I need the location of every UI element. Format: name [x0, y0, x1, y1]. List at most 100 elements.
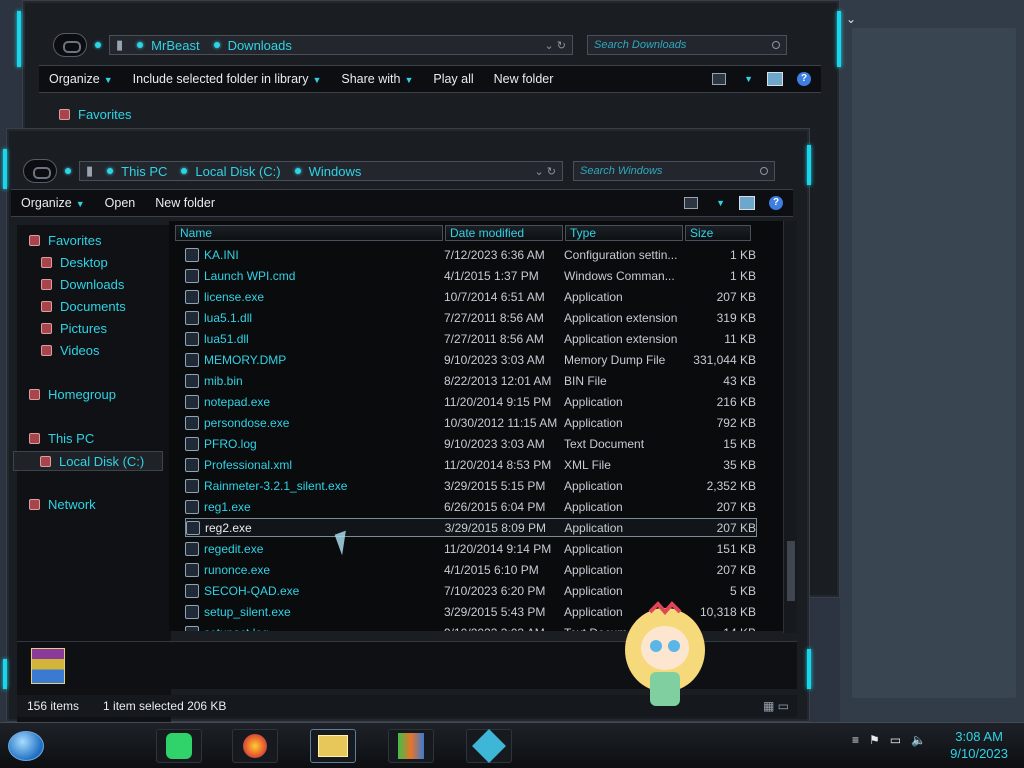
- search-input[interactable]: Search Windows: [573, 161, 775, 181]
- breadcrumb-this-pc[interactable]: This PC: [121, 164, 167, 179]
- file-type: XML File: [564, 457, 611, 472]
- file-name: license.exe: [204, 289, 265, 304]
- chevron-down-icon[interactable]: ▼: [744, 74, 753, 84]
- new-folder-button[interactable]: New folder: [145, 196, 225, 210]
- table-row[interactable]: lua5.1.dll 7/27/2011 8:56 AM Application e…: [185, 308, 757, 327]
- spotify-like-app-icon[interactable]: [156, 729, 202, 763]
- start-button[interactable]: [8, 731, 44, 761]
- preview-pane-icon[interactable]: [767, 72, 783, 86]
- vertical-scrollbar[interactable]: [783, 221, 797, 633]
- organize-button[interactable]: Organize ▼: [39, 72, 123, 86]
- nav-videos[interactable]: Videos: [41, 343, 100, 358]
- file-size: 1 KB: [729, 247, 756, 262]
- search-icon: [772, 41, 780, 49]
- include-in-library-button[interactable]: Include selected folder in library ▼: [123, 72, 332, 86]
- new-folder-button[interactable]: New folder: [484, 72, 564, 86]
- view-toggle-icon[interactable]: ▦ ▭: [763, 699, 789, 713]
- table-row[interactable]: notepad.exe 11/20/2014 9:15 PM Application…: [185, 392, 757, 411]
- chevron-down-icon[interactable]: ⌄: [846, 12, 856, 26]
- table-row[interactable]: reg2.exe 3/29/2015 8:09 PM Application 207 …: [185, 518, 757, 537]
- breadcrumb-local-disk[interactable]: Local Disk (C:): [195, 164, 280, 179]
- play-all-button[interactable]: Play all: [423, 72, 483, 86]
- clock[interactable]: 3:08 AM 9/10/2023: [950, 728, 1008, 762]
- file-name: persondose.exe: [204, 415, 290, 430]
- table-row[interactable]: Rainmeter-3.2.1_silent.exe 3/29/2015 5:15…: [185, 476, 757, 495]
- back-forward-button[interactable]: [53, 33, 87, 57]
- flag-icon[interactable]: ⚑: [869, 733, 880, 747]
- nav-documents[interactable]: Documents: [41, 299, 126, 314]
- file-name: KA.INI: [204, 247, 239, 262]
- table-row[interactable]: license.exe 10/7/2014 6:51 AM Application 2…: [185, 287, 757, 306]
- help-icon[interactable]: ?: [769, 196, 783, 210]
- nav-favorites[interactable]: Favorites: [29, 233, 101, 248]
- cube-app-icon[interactable]: [466, 729, 512, 763]
- nav-downloads[interactable]: Downloads: [41, 277, 124, 292]
- search-input[interactable]: Search Downloads: [587, 35, 787, 55]
- change-view-icon[interactable]: [712, 73, 727, 85]
- column-type[interactable]: Type: [565, 225, 683, 241]
- file-name: reg2.exe: [204, 520, 252, 535]
- table-row[interactable]: Professional.xml 11/20/2014 8:53 PM XML Fi…: [185, 455, 757, 474]
- table-row[interactable]: runonce.exe 4/1/2015 6:10 PM Application 20…: [185, 560, 757, 579]
- table-row[interactable]: mib.bin 8/22/2013 12:01 AM BIN File 43 KB: [185, 371, 757, 390]
- change-view-icon[interactable]: [684, 197, 699, 209]
- column-name[interactable]: Name: [175, 225, 443, 241]
- column-date-modified[interactable]: Date modified: [445, 225, 563, 241]
- scrollbar-thumb[interactable]: [787, 541, 795, 601]
- file-explorer-icon[interactable]: [310, 729, 356, 763]
- frame-glow: [807, 145, 811, 185]
- file-date: 10/7/2014 6:51 AM: [444, 289, 545, 304]
- table-row[interactable]: lua51.dll 7/27/2011 8:56 AM Application ex…: [185, 329, 757, 348]
- nav-desktop[interactable]: Desktop: [41, 255, 108, 270]
- chevron-down-icon[interactable]: ▼: [716, 198, 725, 208]
- organize-button[interactable]: Organize ▼: [11, 196, 95, 210]
- file-type: Application: [564, 562, 623, 577]
- address-bar[interactable]: ▮ MrBeast Downloads ⌄ ↻: [109, 35, 573, 55]
- breadcrumb-mrbeast[interactable]: MrBeast: [151, 38, 199, 53]
- file-name: runonce.exe: [204, 562, 271, 577]
- table-row[interactable]: Launch WPI.cmd 4/1/2015 1:37 PM Windows Co…: [185, 266, 757, 285]
- file-type: Application: [564, 415, 623, 430]
- file-name: regedit.exe: [204, 541, 264, 556]
- file-date: 6/26/2015 6:04 PM: [444, 499, 546, 514]
- breadcrumb-windows[interactable]: Windows: [309, 164, 362, 179]
- table-row[interactable]: SECOH-QAD.exe 7/10/2023 6:20 PM Applicatio…: [185, 581, 757, 600]
- file-type: Application extension: [564, 331, 678, 346]
- table-row[interactable]: KA.INI 7/12/2023 6:36 AM Configuration set…: [185, 245, 757, 264]
- computer-icon: [29, 433, 40, 444]
- star-icon: [59, 109, 70, 120]
- show-desktop-icon[interactable]: ≡: [852, 733, 859, 747]
- file-type: Windows Comman...: [564, 268, 675, 283]
- help-icon[interactable]: ?: [797, 72, 811, 86]
- open-button[interactable]: Open: [95, 196, 146, 210]
- table-row[interactable]: regedit.exe 11/20/2014 9:14 PM Application…: [185, 539, 757, 558]
- table-row[interactable]: MEMORY.DMP 9/10/2023 3:03 AM Memory Dump F…: [185, 350, 757, 369]
- table-row[interactable]: PFRO.log 9/10/2023 3:03 AM Text Document 15…: [185, 434, 757, 453]
- nav-network[interactable]: Network: [29, 497, 96, 512]
- winrar-app-icon[interactable]: [388, 729, 434, 763]
- breadcrumb-downloads[interactable]: Downloads: [228, 38, 292, 53]
- file-name: mib.bin: [204, 373, 243, 388]
- firefox-icon[interactable]: [232, 729, 278, 763]
- address-bar[interactable]: ▮ This PC Local Disk (C:) Windows ⌄ ↻: [79, 161, 563, 181]
- nav-local-disk[interactable]: Local Disk (C:): [13, 451, 163, 471]
- file-icon: [185, 604, 199, 619]
- back-forward-button[interactable]: [23, 159, 57, 183]
- table-row[interactable]: reg1.exe 6/26/2015 6:04 PM Application 207 …: [185, 497, 757, 516]
- nav-pictures[interactable]: Pictures: [41, 321, 107, 336]
- refresh-icon[interactable]: ⌄ ↻: [545, 39, 573, 52]
- nav-favorites-back[interactable]: Favorites: [59, 107, 131, 122]
- volume-icon[interactable]: 🔈: [911, 733, 926, 747]
- file-type: Application: [564, 478, 623, 493]
- nav-this-pc[interactable]: This PC: [29, 431, 94, 446]
- network-icon[interactable]: ▭: [890, 733, 901, 747]
- column-size[interactable]: Size: [685, 225, 751, 241]
- file-name: setupact.log: [204, 626, 444, 632]
- nav-homegroup[interactable]: Homegroup: [29, 387, 116, 402]
- share-with-button[interactable]: Share with ▼: [331, 72, 423, 86]
- preview-pane-icon[interactable]: [739, 196, 755, 210]
- file-icon: [185, 478, 199, 493]
- refresh-icon[interactable]: ⌄ ↻: [535, 165, 563, 178]
- table-row[interactable]: persondose.exe 10/30/2012 11:15 AM Applica…: [185, 413, 757, 432]
- nav-dot-icon: [65, 168, 71, 174]
